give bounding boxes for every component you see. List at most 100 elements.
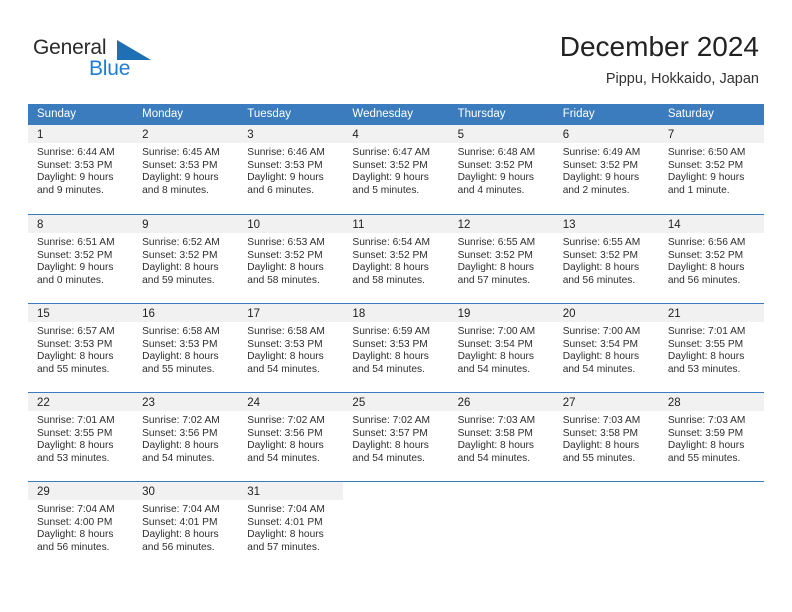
day-details: Sunrise: 7:00 AM Sunset: 3:54 PM Daylight:…	[449, 322, 554, 376]
calendar-day-cell[interactable]: 10 Sunrise: 6:53 AM Sunset: 3:52 PM Dayligh…	[238, 215, 344, 303]
day-number: 9	[142, 219, 149, 231]
sunrise-text: Sunrise: 6:59 AM	[352, 326, 431, 337]
sunrise-text: Sunrise: 6:49 AM	[562, 147, 641, 158]
day-details: Sunrise: 6:57 AM Sunset: 3:53 PM Daylight:…	[28, 322, 133, 376]
sunrise-text: Sunrise: 7:04 AM	[37, 504, 115, 515]
sunrise-text: Sunrise: 6:58 AM	[247, 326, 325, 337]
calendar-day-cell[interactable]: 1 Sunrise: 6:44 AM Sunset: 3:53 PM Daylight…	[28, 125, 134, 214]
day-number-band: 9	[133, 215, 239, 233]
calendar-day-cell[interactable]: 21 Sunrise: 7:01 AM Sunset: 3:55 PM Dayligh…	[658, 304, 764, 392]
day-details: Sunrise: 6:58 AM Sunset: 3:53 PM Daylight:…	[238, 322, 343, 376]
day-number-band: 26	[448, 393, 554, 411]
day-details: Sunrise: 6:49 AM Sunset: 3:52 PM Daylight:…	[554, 143, 659, 197]
calendar-day-cell[interactable]: 9 Sunrise: 6:52 AM Sunset: 3:52 PM Daylight…	[133, 215, 239, 303]
calendar-day-cell[interactable]: 28 Sunrise: 7:03 AM Sunset: 3:59 PM Dayligh…	[658, 393, 764, 481]
calendar-day-cell[interactable]: 30 Sunrise: 7:04 AM Sunset: 4:01 PM Dayligh…	[133, 482, 239, 570]
calendar-day-cell[interactable]: 25 Sunrise: 7:02 AM Sunset: 3:57 PM Dayligh…	[343, 393, 449, 481]
sunset-text: Sunset: 3:52 PM	[667, 159, 744, 171]
sunrise-text: Sunrise: 6:55 AM	[562, 237, 641, 248]
sunrise-text: Sunrise: 7:00 AM	[457, 326, 536, 337]
calendar-day-cell[interactable]: 4 Sunrise: 6:47 AM Sunset: 3:52 PM Daylight…	[343, 125, 449, 214]
day-number: 18	[352, 308, 366, 320]
day-details: Sunrise: 6:48 AM Sunset: 3:52 PM Daylight:…	[449, 143, 554, 197]
sunrise-text: Sunrise: 6:45 AM	[142, 147, 220, 158]
calendar-day-cell[interactable]: 15 Sunrise: 6:57 AM Sunset: 3:53 PM Dayligh…	[28, 304, 134, 392]
calendar-day-cell[interactable]: 20 Sunrise: 7:00 AM Sunset: 3:54 PM Dayligh…	[553, 304, 659, 392]
calendar-day-cell[interactable]: 26 Sunrise: 7:03 AM Sunset: 3:58 PM Dayligh…	[448, 393, 554, 481]
calendar-day-cell[interactable]: 8 Sunrise: 6:51 AM Sunset: 3:52 PM Daylight…	[28, 215, 134, 303]
calendar-day-cell[interactable]: 16 Sunrise: 6:58 AM Sunset: 3:53 PM Dayligh…	[133, 304, 239, 392]
sunset-text: Sunset: 3:53 PM	[247, 159, 323, 171]
day-number-band	[658, 482, 764, 500]
sunset-text: Sunset: 3:52 PM	[37, 249, 113, 261]
calendar-day-cell[interactable]: 29 Sunrise: 7:04 AM Sunset: 4:00 PM Dayligh…	[28, 482, 134, 570]
weekday-header-row: Sunday Monday Tuesday Wednesday Thursday…	[28, 104, 764, 125]
calendar-day-cell[interactable]: 5 Sunrise: 6:48 AM Sunset: 3:52 PM Daylight…	[448, 125, 554, 214]
day-number-band: 15	[28, 304, 134, 322]
calendar-day-cell[interactable]: 22 Sunrise: 7:01 AM Sunset: 3:55 PM Dayligh…	[28, 393, 134, 481]
calendar-day-cell[interactable]: 11 Sunrise: 6:54 AM Sunset: 3:52 PM Dayligh…	[343, 215, 449, 303]
day-number: 19	[457, 308, 471, 320]
daylight-text: Daylight: 9 hours and 1 minute.	[667, 172, 745, 196]
daylight-text: Daylight: 8 hours and 58 minutes.	[352, 262, 429, 286]
calendar-day-cell[interactable]: 24 Sunrise: 7:02 AM Sunset: 3:56 PM Dayligh…	[238, 393, 344, 481]
day-details: Sunrise: 6:51 AM Sunset: 3:52 PM Daylight:…	[28, 233, 133, 287]
day-number: 5	[457, 129, 464, 141]
day-number: 26	[457, 397, 471, 409]
daylight-text: Daylight: 8 hours and 54 minutes.	[247, 351, 324, 375]
page-title: December 2024	[559, 31, 759, 62]
brand-logo[interactable]: General Blue	[33, 36, 213, 86]
calendar-page: General Blue December 2024 Pippu, Hokkai…	[0, 0, 792, 612]
day-number: 10	[247, 219, 261, 231]
sunset-text: Sunset: 3:52 PM	[352, 159, 428, 171]
calendar-day-cell[interactable]: 27 Sunrise: 7:03 AM Sunset: 3:58 PM Dayligh…	[553, 393, 659, 481]
calendar-day-cell[interactable]: 13 Sunrise: 6:55 AM Sunset: 3:52 PM Dayligh…	[553, 215, 659, 303]
calendar-day-cell[interactable]: 18 Sunrise: 6:59 AM Sunset: 3:53 PM Dayligh…	[343, 304, 449, 392]
calendar-day-cell-empty	[553, 482, 659, 570]
day-number-band: 30	[133, 482, 239, 500]
calendar-day-cell[interactable]: 17 Sunrise: 6:58 AM Sunset: 3:53 PM Dayligh…	[238, 304, 344, 392]
day-number: 24	[247, 397, 261, 409]
daylight-text: Daylight: 9 hours and 4 minutes.	[457, 172, 535, 196]
weekday-header-tuesday: Tuesday	[247, 108, 291, 120]
daylight-text: Daylight: 9 hours and 9 minutes.	[37, 172, 114, 196]
day-details: Sunrise: 7:02 AM Sunset: 3:57 PM Daylight:…	[343, 411, 448, 465]
daylight-text: Daylight: 8 hours and 53 minutes.	[37, 440, 114, 464]
calendar-day-cell[interactable]: 14 Sunrise: 6:56 AM Sunset: 3:52 PM Dayligh…	[658, 215, 764, 303]
weekday-header-friday: Friday	[562, 108, 595, 120]
calendar-day-cell[interactable]: 2 Sunrise: 6:45 AM Sunset: 3:53 PM Daylight…	[133, 125, 239, 214]
weekday-header-wednesday: Wednesday	[352, 108, 413, 120]
sunrise-text: Sunrise: 6:53 AM	[247, 237, 325, 248]
calendar-day-cell[interactable]: 3 Sunrise: 6:46 AM Sunset: 3:53 PM Daylight…	[238, 125, 344, 214]
day-number: 13	[562, 219, 576, 231]
sunset-text: Sunset: 3:53 PM	[247, 338, 323, 350]
day-number-band: 20	[553, 304, 659, 322]
daylight-text: Daylight: 9 hours and 2 minutes.	[562, 172, 640, 196]
day-details: Sunrise: 6:56 AM Sunset: 3:52 PM Daylight:…	[659, 233, 764, 287]
weekday-header-saturday: Saturday	[667, 108, 714, 120]
daylight-text: Daylight: 8 hours and 55 minutes.	[142, 351, 219, 375]
sunrise-text: Sunrise: 6:58 AM	[142, 326, 220, 337]
daylight-text: Daylight: 8 hours and 54 minutes.	[142, 440, 219, 464]
day-details	[449, 500, 554, 504]
sunset-text: Sunset: 4:01 PM	[142, 516, 218, 528]
day-number: 22	[37, 397, 50, 409]
calendar-day-cell[interactable]: 7 Sunrise: 6:50 AM Sunset: 3:52 PM Daylight…	[658, 125, 764, 214]
sunset-text: Sunset: 3:52 PM	[457, 159, 533, 171]
day-details: Sunrise: 6:44 AM Sunset: 3:53 PM Daylight:…	[28, 143, 133, 197]
brand-name-blue: Blue	[89, 57, 131, 80]
sunrise-text: Sunrise: 7:03 AM	[562, 415, 641, 426]
calendar-day-cell[interactable]: 19 Sunrise: 7:00 AM Sunset: 3:54 PM Dayligh…	[448, 304, 554, 392]
daylight-text: Daylight: 8 hours and 55 minutes.	[37, 351, 114, 375]
calendar-day-cell[interactable]: 12 Sunrise: 6:55 AM Sunset: 3:52 PM Dayligh…	[448, 215, 554, 303]
day-number: 11	[352, 219, 365, 231]
sunset-text: Sunset: 3:58 PM	[562, 427, 639, 439]
day-number: 27	[562, 397, 576, 409]
calendar-day-cell[interactable]: 31 Sunrise: 7:04 AM Sunset: 4:01 PM Dayligh…	[238, 482, 344, 570]
daylight-text: Daylight: 8 hours and 54 minutes.	[457, 351, 535, 375]
page-header: General Blue December 2024 Pippu, Hokkai…	[0, 0, 792, 100]
sunrise-text: Sunrise: 6:57 AM	[37, 326, 115, 337]
day-number-band: 18	[343, 304, 449, 322]
calendar-day-cell[interactable]: 23 Sunrise: 7:02 AM Sunset: 3:56 PM Dayligh…	[133, 393, 239, 481]
calendar-day-cell[interactable]: 6 Sunrise: 6:49 AM Sunset: 3:52 PM Daylight…	[553, 125, 659, 214]
